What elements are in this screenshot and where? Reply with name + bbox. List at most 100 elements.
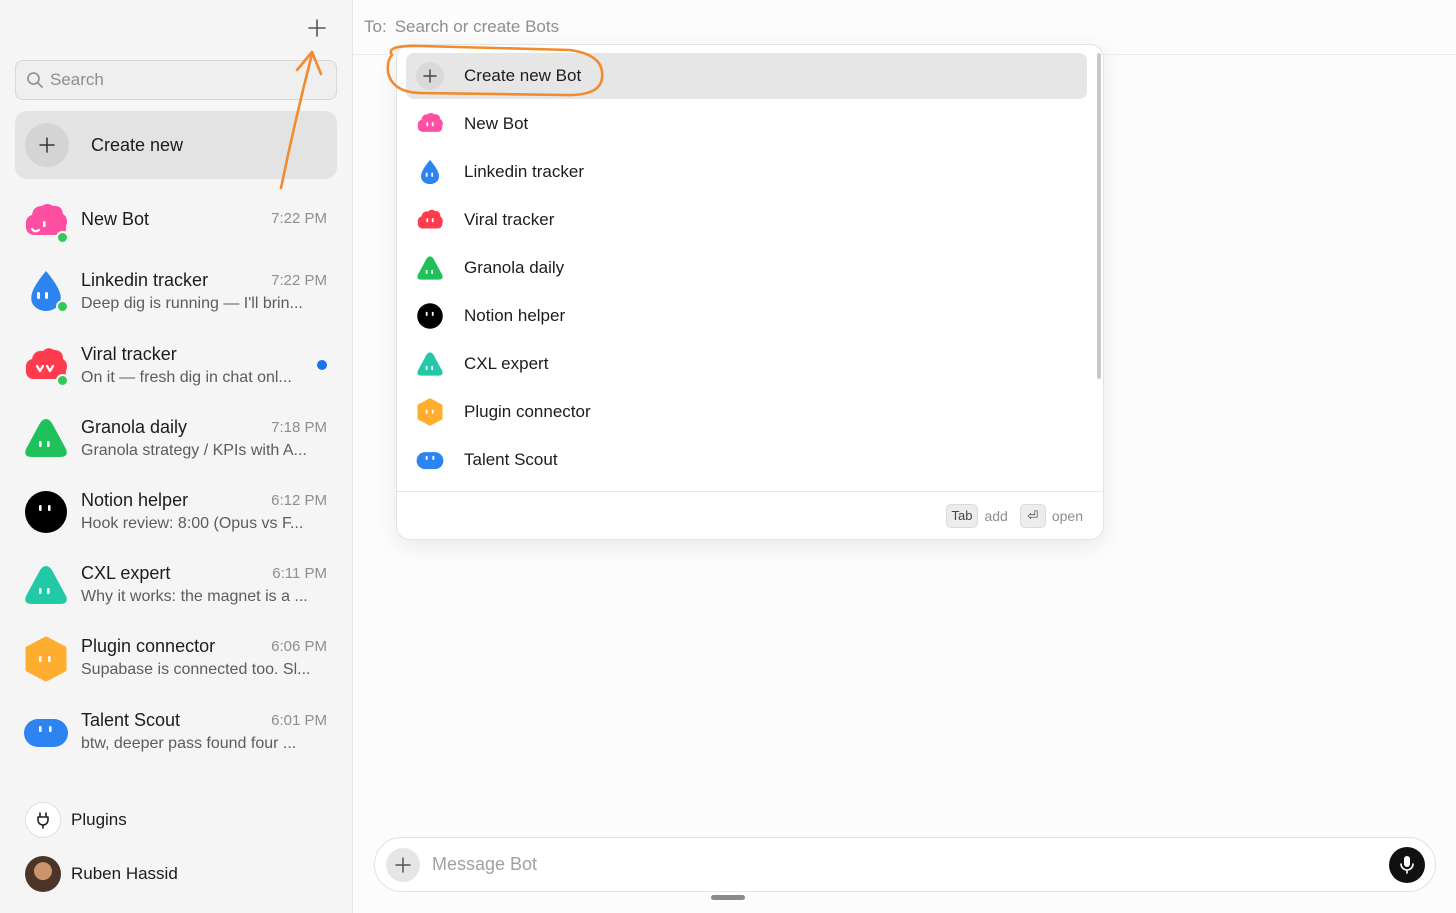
teal-triangle-icon xyxy=(417,352,443,376)
online-indicator xyxy=(56,300,69,313)
bot-option-label: Notion helper xyxy=(464,306,566,325)
microphone-button[interactable] xyxy=(1389,846,1425,883)
conversation-name: CXL expert xyxy=(81,563,171,583)
tab-key-hint: Tab xyxy=(945,503,979,528)
conversation-time: 6:12 PM xyxy=(271,492,327,509)
enter-hint-label: open xyxy=(1051,507,1083,524)
blue-drop-icon xyxy=(421,159,439,185)
user-profile-button[interactable]: Ruben Hassid xyxy=(15,852,337,896)
list-fade-overlay xyxy=(0,760,352,796)
dropdown-scrollbar[interactable] xyxy=(1097,53,1101,379)
orange-hexagon-icon xyxy=(25,636,67,682)
green-triangle-icon xyxy=(25,419,67,457)
bot-option-label: Linkedin tracker xyxy=(464,162,585,181)
dropdown-footer: Tab add ⏎ open xyxy=(397,491,1103,539)
conversation-talent-scout[interactable]: Talent Scout 6:01 PM btw, deeper pass fo… xyxy=(15,700,337,768)
conversation-time: 7:22 PM xyxy=(271,272,327,289)
bot-option-label: CXL expert xyxy=(464,354,549,373)
red-cloud-icon xyxy=(417,209,443,229)
green-triangle-icon xyxy=(417,256,443,280)
pink-cloud-icon xyxy=(417,113,443,132)
conversation-name: Plugin connector xyxy=(81,636,216,656)
to-label: To: xyxy=(364,17,387,36)
new-chat-button[interactable] xyxy=(302,14,332,42)
blue-pill-icon xyxy=(416,452,444,470)
message-input[interactable] xyxy=(432,854,1389,875)
microphone-icon xyxy=(1400,855,1414,874)
create-new-bot-option[interactable]: Create new Bot xyxy=(406,53,1087,99)
enter-key-hint: ⏎ xyxy=(1019,503,1046,528)
orange-hexagon-icon xyxy=(417,398,443,426)
conversation-notion-helper[interactable]: Notion helper 6:12 PM Hook review: 8:00 … xyxy=(15,480,337,548)
conversation-time: 6:11 PM xyxy=(272,565,327,582)
recipient-search-input[interactable] xyxy=(394,17,895,37)
conversation-preview: On it — fresh dig in chat onl... xyxy=(81,369,292,386)
app-window: Create new New Bot 7:22 PM xyxy=(0,0,1456,913)
conversation-preview: btw, deeper pass found four ... xyxy=(81,735,297,752)
teal-triangle-icon xyxy=(25,566,67,604)
plug-icon xyxy=(25,802,61,838)
plus-icon xyxy=(308,19,326,37)
conversation-preview: Why it works: the magnet is a ... xyxy=(81,588,308,605)
conversation-name: Linkedin tracker xyxy=(81,270,209,290)
conversation-time: 6:06 PM xyxy=(271,638,327,655)
conversation-viral-tracker[interactable]: Viral tracker On it — fresh dig in chat … xyxy=(15,333,337,401)
bot-option-plugin-connector[interactable]: Plugin connector xyxy=(406,389,1087,435)
bot-picker-dropdown: Create new Bot New Bot Linkedin tracker … xyxy=(396,44,1104,540)
bot-option-notion-helper[interactable]: Notion helper xyxy=(406,293,1087,339)
conversation-list[interactable]: New Bot 7:22 PM Linkedin tracker 7:22 PM… xyxy=(0,188,352,792)
conversation-name: Talent Scout xyxy=(81,710,181,730)
conversation-name: Notion helper xyxy=(81,490,189,510)
conversation-preview: Granola strategy / KPIs with A... xyxy=(81,442,307,459)
create-new-button[interactable]: Create new xyxy=(15,111,337,179)
conversation-cxl-expert[interactable]: CXL expert 6:11 PM Why it works: the mag… xyxy=(15,553,337,621)
bot-option-viral-tracker[interactable]: Viral tracker xyxy=(406,197,1087,243)
conversation-granola-daily[interactable]: Granola daily 7:18 PM Granola strategy /… xyxy=(15,406,337,474)
bot-option-linkedin-tracker[interactable]: Linkedin tracker xyxy=(406,149,1087,195)
conversation-plugin-connector[interactable]: Plugin connector 6:06 PM Supabase is con… xyxy=(15,626,337,694)
avatar xyxy=(25,856,61,892)
bot-option-talent-scout[interactable]: Talent Scout xyxy=(406,437,1087,483)
home-indicator xyxy=(711,895,745,900)
black-circle-icon xyxy=(417,303,443,329)
bot-option-label: Plugin connector xyxy=(464,402,591,421)
plugins-button[interactable]: Plugins xyxy=(15,798,337,842)
bot-option-label: Talent Scout xyxy=(464,450,558,469)
conversation-name: Viral tracker xyxy=(81,344,177,364)
sidebar: Create new New Bot 7:22 PM xyxy=(0,0,353,913)
bot-option-label: Granola daily xyxy=(464,258,565,277)
bot-option-label: Viral tracker xyxy=(464,210,555,229)
conversation-preview: Supabase is connected too. Sl... xyxy=(81,661,311,678)
bot-option-cxl-expert[interactable]: CXL expert xyxy=(406,341,1087,387)
search-icon xyxy=(27,72,43,88)
message-composer xyxy=(374,837,1436,892)
create-new-label: Create new xyxy=(91,134,184,155)
conversation-time: 6:01 PM xyxy=(271,712,327,729)
conversation-new-bot[interactable]: New Bot 7:22 PM xyxy=(15,188,337,256)
conversation-time: 7:22 PM xyxy=(271,210,327,227)
online-indicator xyxy=(56,231,69,244)
black-circle-icon xyxy=(25,491,67,533)
conversation-name: New Bot xyxy=(81,209,150,229)
plus-icon xyxy=(395,856,411,873)
plus-icon xyxy=(416,62,444,90)
create-new-bot-label: Create new Bot xyxy=(464,66,582,85)
main-panel: To: Create new Bot xyxy=(353,0,1456,913)
bot-option-new-bot[interactable]: New Bot xyxy=(406,101,1087,147)
blue-pill-icon xyxy=(24,719,68,747)
user-name: Ruben Hassid xyxy=(71,864,178,883)
conversation-name: Granola daily xyxy=(81,417,188,437)
online-indicator xyxy=(56,374,69,387)
conversation-preview: Hook review: 8:00 (Opus vs F... xyxy=(81,515,304,532)
plugins-label: Plugins xyxy=(71,810,127,829)
bot-option-label: New Bot xyxy=(464,114,529,133)
bot-option-granola-daily[interactable]: Granola daily xyxy=(406,245,1087,291)
tab-hint-label: add xyxy=(984,507,1008,524)
search-input[interactable] xyxy=(50,70,336,90)
conversation-time: 7:18 PM xyxy=(271,419,327,436)
create-new-plus-icon xyxy=(25,123,69,167)
attach-button[interactable] xyxy=(386,847,420,882)
conversation-preview: Deep dig is running — I'll brin... xyxy=(81,295,303,312)
sidebar-search[interactable] xyxy=(15,60,337,100)
conversation-linkedin-tracker[interactable]: Linkedin tracker 7:22 PM Deep dig is run… xyxy=(15,260,337,328)
